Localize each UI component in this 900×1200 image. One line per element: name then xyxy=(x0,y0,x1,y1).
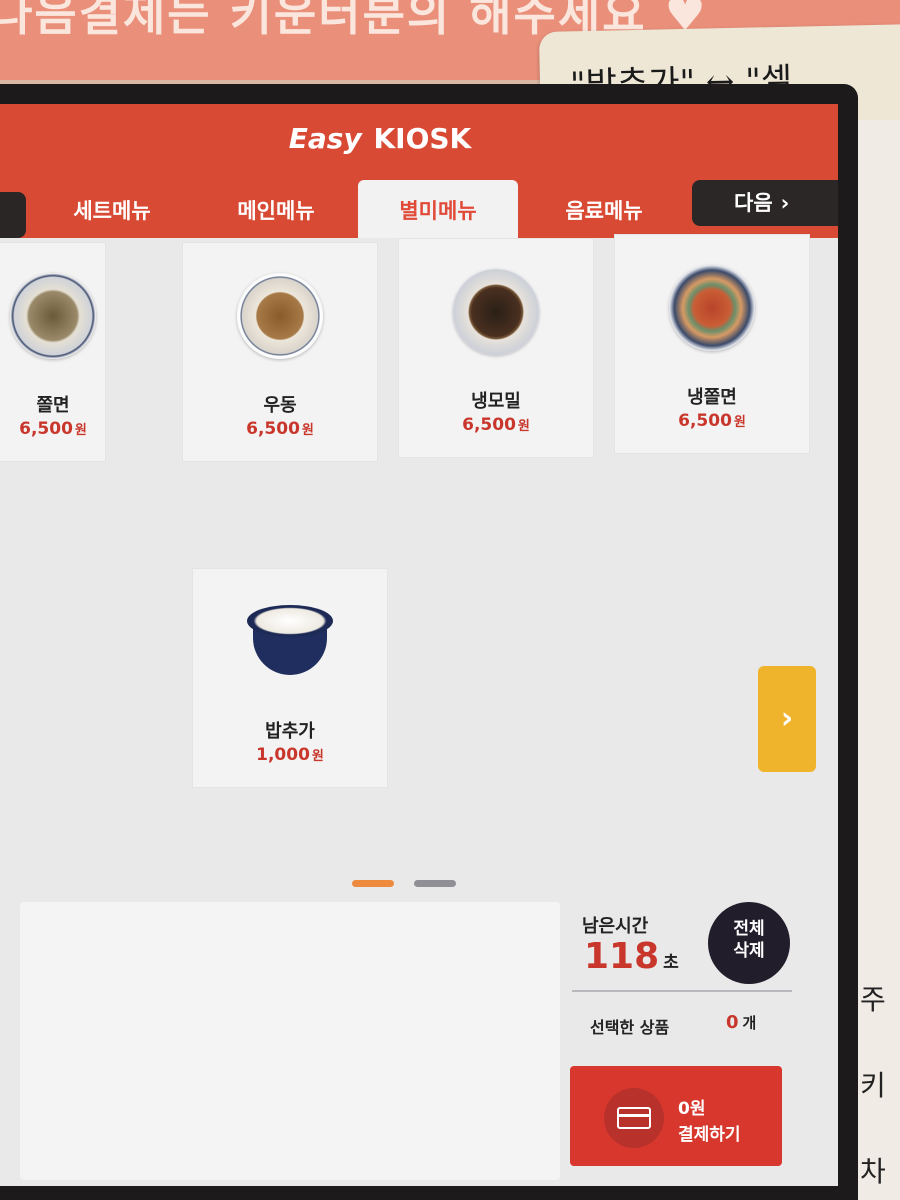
remaining-time-value: 118 초 xyxy=(584,936,679,977)
clear-all-label-line1: 전체 xyxy=(733,919,765,939)
brand-prefix: Easy xyxy=(288,122,362,155)
order-summary-panel: 남은시간 118 초 전체 삭제 선택한 상품 0개 0원 결제하기 xyxy=(568,902,838,1186)
noodle-bowl-icon xyxy=(237,273,323,359)
menu-item-name: 우동 xyxy=(263,395,297,416)
menu-item-card[interactable]: 냉쫄면 6,500 원 xyxy=(614,234,810,454)
selected-items-label: 선택한 상품 xyxy=(590,1018,670,1037)
tab-drink-menu[interactable]: 음료메뉴 xyxy=(524,180,684,238)
menu-item-price: 6,500 원 xyxy=(678,411,746,431)
wall-mark: 키 xyxy=(860,1069,886,1102)
menu-item-card[interactable]: 냉모밀 6,500 원 xyxy=(398,238,594,458)
page-indicator xyxy=(352,880,462,888)
pay-button[interactable]: 0원 결제하기 xyxy=(570,1066,782,1166)
selected-items-count: 0개 xyxy=(726,1012,757,1033)
chevron-right-icon: › xyxy=(780,701,794,736)
menu-item-price: 1,000 원 xyxy=(256,745,324,765)
remaining-time-label: 남은시간 xyxy=(582,916,649,937)
page-dot-active[interactable] xyxy=(352,880,394,887)
kiosk-header: Easy KIOSK 세트메뉴 메인메뉴 별미메뉴 음료메뉴 다음 › xyxy=(0,104,838,238)
brand-logo: Easy KIOSK xyxy=(0,122,760,155)
noodle-bowl-icon xyxy=(669,265,755,351)
tab-main-menu[interactable]: 메인메뉴 xyxy=(196,180,356,238)
kiosk-screen: Easy KIOSK 세트메뉴 메인메뉴 별미메뉴 음료메뉴 다음 › 쫄면 6,… xyxy=(0,104,838,1186)
divider xyxy=(572,990,792,992)
wall-mark: 차 xyxy=(860,1155,886,1188)
menu-item-name: 냉쫄면 xyxy=(687,387,737,408)
next-page-button[interactable]: › xyxy=(758,666,816,772)
noodle-bowl-icon xyxy=(453,269,539,355)
cart-list xyxy=(20,902,560,1180)
clear-all-button[interactable]: 전체 삭제 xyxy=(708,902,790,984)
tab-special-menu[interactable]: 별미메뉴 xyxy=(358,180,518,238)
chevron-right-icon: › xyxy=(780,191,790,215)
menu-item-name: 쫄면 xyxy=(36,395,70,416)
menu-item-price: 6,500 원 xyxy=(19,419,87,439)
menu-item-card[interactable]: 쫄면 6,500 원 xyxy=(0,242,106,462)
pay-button-label: 결제하기 xyxy=(678,1125,741,1145)
rice-bowl-icon xyxy=(247,605,333,677)
wall-mark: 주 xyxy=(860,983,886,1016)
menu-item-card[interactable]: 밥추가 1,000 원 xyxy=(192,568,388,788)
menu-item-name: 밥추가 xyxy=(265,721,315,742)
noodle-bowl-icon xyxy=(10,273,96,359)
menu-item-price: 6,500 원 xyxy=(462,415,530,435)
tab-set-menu[interactable]: 세트메뉴 xyxy=(32,180,192,238)
page-dot[interactable] xyxy=(414,880,456,887)
menu-item-card[interactable]: 우동 6,500 원 xyxy=(182,242,378,462)
credit-card-icon xyxy=(604,1088,664,1148)
menu-item-price: 6,500 원 xyxy=(246,419,314,439)
next-tabs-label: 다음 xyxy=(734,191,773,215)
menu-grid: 쫄면 6,500 원 우동 6,500 원 냉모밀 6,500 원 냉쫄면 6,500… xyxy=(0,234,838,878)
brand-suffix: KIOSK xyxy=(373,122,472,155)
previous-tab-stub[interactable] xyxy=(0,192,26,238)
pay-amount: 0원 xyxy=(678,1099,706,1119)
next-tabs-button[interactable]: 다음 › xyxy=(692,180,838,226)
menu-item-name: 냉모밀 xyxy=(471,391,521,412)
clear-all-label-line2: 삭제 xyxy=(733,941,765,961)
